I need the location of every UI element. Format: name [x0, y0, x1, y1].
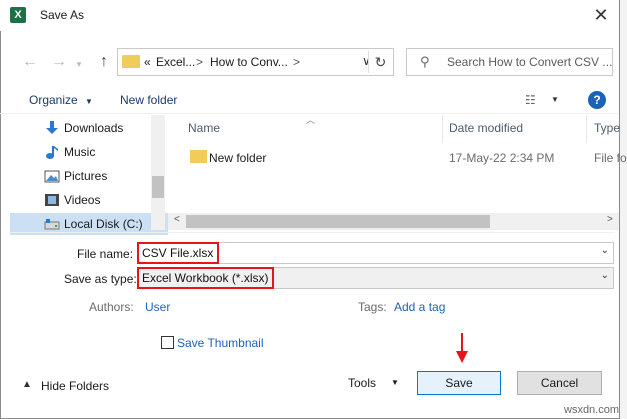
excel-app-icon: X	[10, 7, 26, 23]
breadcrumb-separator[interactable]: >	[293, 55, 300, 69]
save-thumbnail-label[interactable]: Save Thumbnail	[177, 336, 264, 350]
nav-item-pictures[interactable]: Pictures	[10, 165, 168, 187]
column-header-date-modified[interactable]: Date modified	[449, 121, 523, 135]
nav-item-label: Pictures	[64, 169, 108, 183]
nav-item-videos[interactable]: Videos	[10, 189, 168, 211]
new-folder-button[interactable]: New folder	[120, 93, 177, 107]
authors-label: Authors:	[89, 300, 134, 314]
save-as-type-value-highlight[interactable]: Excel Workbook (*.xlsx)	[137, 267, 275, 289]
videos-icon	[44, 192, 60, 208]
search-icon: ⚲	[420, 54, 430, 69]
horizontal-scroll-thumb[interactable]	[186, 215, 490, 228]
breadcrumb-separator[interactable]: >	[196, 55, 203, 69]
divider	[10, 232, 615, 233]
sort-ascending-icon: ︿	[306, 115, 316, 125]
date-modified-cell: 17-May-22 2:34 PM	[449, 151, 555, 165]
column-divider[interactable]	[586, 115, 587, 143]
nav-item-label: Local Disk (C:)	[64, 217, 143, 231]
refresh-icon[interactable]: ↻	[368, 51, 392, 73]
close-icon[interactable]: ✕	[590, 5, 612, 27]
save-button[interactable]: Save	[417, 371, 501, 395]
tags-label: Tags:	[358, 300, 387, 314]
up-arrow-icon[interactable]: ↑	[95, 53, 113, 71]
nav-item-label: Music	[64, 145, 96, 159]
navigation-pane: Downloads Music Pictures Videos Local Di…	[10, 115, 168, 235]
address-bar[interactable]: « Excel... > How to Conv... > ∨ ↻	[117, 48, 394, 76]
navigation-pane-scroll-thumb[interactable]	[152, 176, 164, 198]
search-box[interactable]: ⚲ Search How to Convert CSV ...	[406, 48, 613, 76]
column-header-type[interactable]: Type	[594, 121, 620, 135]
recent-locations-chevron-icon[interactable]: ▾	[74, 55, 84, 73]
music-note-icon	[44, 144, 60, 160]
tools-button[interactable]: Tools	[348, 376, 376, 390]
title-bar	[0, 0, 619, 31]
nav-item-music[interactable]: Music	[10, 141, 168, 163]
column-divider[interactable]	[442, 115, 443, 143]
organize-chevron-icon: ▼	[85, 97, 93, 106]
organize-button[interactable]: Organize ▼	[29, 93, 93, 107]
navigation-pane-scrollbar[interactable]	[151, 115, 165, 230]
save-thumbnail-checkbox[interactable]	[161, 336, 174, 349]
nav-item-label: Downloads	[64, 121, 124, 135]
help-icon[interactable]: ?	[588, 91, 606, 109]
scroll-left-icon[interactable]: <	[174, 214, 180, 225]
folder-icon	[190, 150, 207, 163]
breadcrumb-how-to-convert[interactable]: How to Conv...	[210, 55, 288, 69]
column-header-name[interactable]: Name	[188, 121, 220, 135]
background-window-edge	[620, 0, 627, 419]
view-options-chevron-icon[interactable]: ▼	[551, 95, 559, 104]
search-placeholder: Search How to Convert CSV ...	[447, 55, 613, 69]
save-as-type-label: Save as type:	[64, 272, 137, 286]
file-name-value-highlight[interactable]: CSV File.xlsx	[137, 242, 220, 264]
view-options-icon[interactable]: ☷	[525, 93, 536, 107]
table-row[interactable]: New folder 17-May-22 2:34 PM File fo	[168, 146, 627, 168]
window-title: Save As	[40, 8, 85, 22]
hide-folders-chevron-icon[interactable]: ▲	[22, 379, 32, 390]
file-name-label: File name:	[77, 247, 134, 261]
file-name-dropdown-icon[interactable]: ⌄	[601, 245, 609, 256]
type-cell: File fo	[594, 151, 627, 165]
tools-chevron-icon[interactable]: ▼	[391, 378, 399, 387]
scroll-right-icon[interactable]: >	[607, 214, 613, 225]
nav-item-label: Videos	[64, 193, 101, 207]
red-arrow-annotation	[456, 333, 468, 363]
watermark: wsxdn.com	[564, 404, 620, 416]
tags-input[interactable]: Add a tag	[394, 300, 445, 314]
download-arrow-icon	[44, 120, 60, 136]
hide-folders-button[interactable]: Hide Folders	[41, 379, 109, 393]
forward-arrow-icon[interactable]: →	[50, 53, 68, 71]
breadcrumb-excel[interactable]: Excel...	[156, 55, 195, 69]
back-arrow-icon[interactable]: ←	[21, 53, 39, 71]
folder-icon	[122, 55, 140, 68]
organize-label: Organize	[29, 93, 78, 107]
nav-item-downloads[interactable]: Downloads	[10, 117, 168, 139]
file-name-cell: New folder	[209, 151, 267, 165]
address-overflow-chevron[interactable]: «	[144, 55, 151, 69]
cancel-button[interactable]: Cancel	[517, 371, 602, 395]
local-disk-icon	[44, 216, 60, 232]
pictures-icon	[44, 168, 60, 184]
authors-value[interactable]: User	[145, 300, 170, 314]
save-as-type-dropdown-icon[interactable]: ⌄	[601, 270, 609, 281]
